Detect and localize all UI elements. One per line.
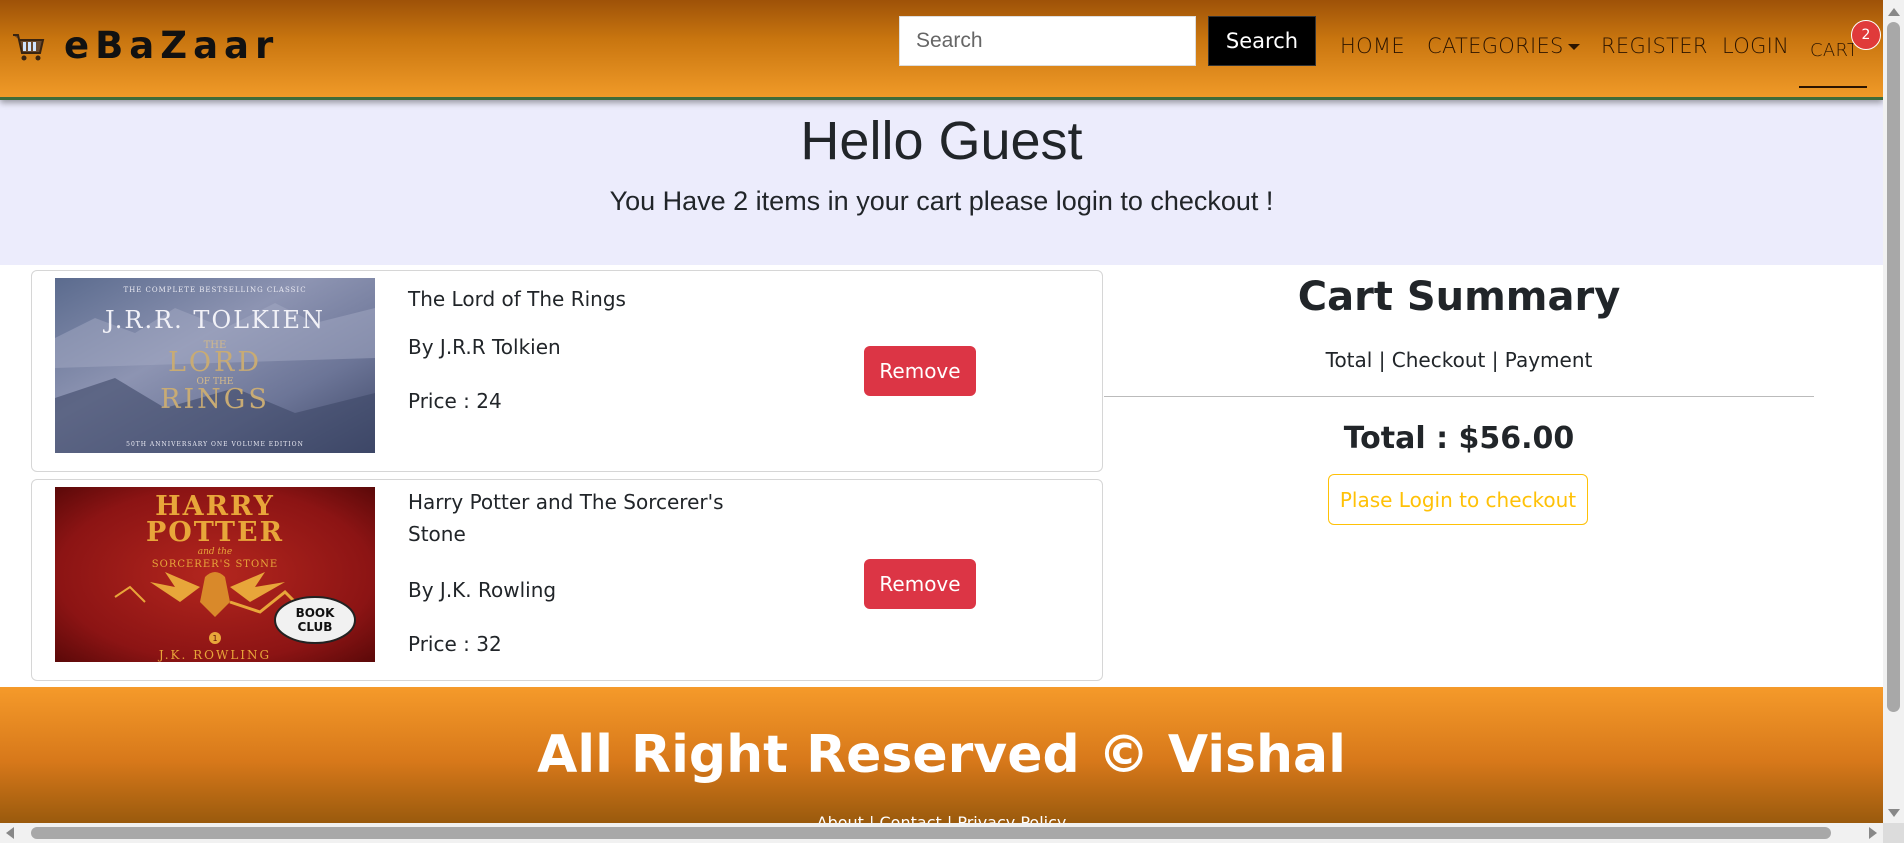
scroll-up-arrow-icon[interactable] bbox=[1888, 8, 1900, 16]
cart-summary-title: Cart Summary bbox=[1297, 274, 1621, 320]
search-button[interactable]: Search bbox=[1208, 16, 1316, 66]
cover-text: and the bbox=[198, 547, 233, 557]
item-price: Price : 32 bbox=[408, 632, 502, 656]
cover-text: THE COMPLETE BESTSELLING CLASSIC bbox=[123, 286, 306, 294]
brand-name[interactable]: eBaZaar bbox=[64, 24, 279, 67]
search-input[interactable] bbox=[899, 16, 1196, 66]
summary-divider bbox=[1104, 396, 1814, 397]
page-viewport: eBaZaar Search HOME CATEGORIES REGISTER … bbox=[0, 0, 1883, 823]
nav-home[interactable]: HOME bbox=[1340, 34, 1405, 58]
cover-text: J.K. ROWLING bbox=[157, 648, 271, 662]
vertical-scrollbar[interactable] bbox=[1883, 0, 1904, 823]
cover-text: RINGS bbox=[160, 384, 270, 415]
remove-button[interactable]: Remove bbox=[864, 346, 976, 396]
item-author: By J.R.R Tolkien bbox=[408, 335, 561, 359]
greeting-title: Hello Guest bbox=[800, 111, 1083, 171]
nav-login[interactable]: LOGIN bbox=[1722, 34, 1789, 58]
footer: All Right Reserved © Vishal About | Cont… bbox=[0, 687, 1883, 823]
nav-categories[interactable]: CATEGORIES bbox=[1427, 34, 1580, 58]
item-author: By J.K. Rowling bbox=[408, 578, 557, 602]
nav-register[interactable]: REGISTER bbox=[1601, 34, 1708, 58]
navbar: eBaZaar Search HOME CATEGORIES REGISTER … bbox=[0, 0, 1883, 100]
cart-total: Total : $56.00 bbox=[1343, 421, 1575, 456]
scroll-down-arrow-icon[interactable] bbox=[1888, 809, 1900, 817]
scrollbar-corner bbox=[1883, 823, 1904, 843]
greeting-subtitle: You Have 2 items in your cart please log… bbox=[609, 186, 1274, 216]
nav-cart[interactable]: CART bbox=[1810, 40, 1858, 61]
item-price: Price : 24 bbox=[408, 389, 502, 413]
cover-text: 50TH ANNIVERSARY ONE VOLUME EDITION bbox=[126, 441, 304, 448]
cover-text: POTTER bbox=[146, 517, 284, 548]
item-title: Harry Potter and The Sorcerer's Stone bbox=[408, 490, 724, 546]
horizontal-scroll-thumb[interactable] bbox=[31, 827, 1831, 839]
scroll-left-arrow-icon[interactable] bbox=[6, 827, 14, 839]
remove-button[interactable]: Remove bbox=[864, 559, 976, 609]
book-cover-lotr: THE COMPLETE BESTSELLING CLASSIC J.R.R. … bbox=[55, 278, 375, 453]
horizontal-scrollbar[interactable] bbox=[0, 823, 1883, 843]
book-cover-hp-image: HARRY POTTER and the SORCERER'S STONE BO… bbox=[55, 487, 375, 662]
nav-categories-label: CATEGORIES bbox=[1427, 34, 1564, 58]
footer-copyright: All Right Reserved © Vishal bbox=[537, 725, 1346, 785]
login-to-checkout-button[interactable]: Plase Login to checkout bbox=[1328, 474, 1588, 525]
item-title: The Lord of The Rings bbox=[408, 287, 626, 311]
cover-text: BOOK bbox=[296, 606, 336, 620]
cover-text: CLUB bbox=[298, 620, 333, 634]
book-cover-hp: HARRY POTTER and the SORCERER'S STONE BO… bbox=[55, 487, 375, 662]
cover-text: J.R.R. TOLKIEN bbox=[102, 306, 325, 334]
book-cover-lotr-image: THE COMPLETE BESTSELLING CLASSIC J.R.R. … bbox=[55, 278, 375, 453]
vertical-scroll-thumb[interactable] bbox=[1887, 22, 1900, 712]
cart-item: HARRY POTTER and the SORCERER'S STONE BO… bbox=[31, 479, 1103, 681]
cart-summary-subtitle: Total | Checkout | Payment bbox=[1325, 348, 1593, 372]
cart-count-badge: 2 bbox=[1851, 20, 1881, 50]
footer-links[interactable]: About | Contact | Privacy Policy bbox=[0, 813, 1883, 823]
cover-text: 1 bbox=[212, 634, 217, 643]
greeting-banner: Hello Guest You Have 2 items in your car… bbox=[0, 100, 1883, 265]
cart-active-underline bbox=[1799, 86, 1867, 88]
brand-link[interactable]: eBaZaar bbox=[12, 24, 279, 67]
cart-item: THE COMPLETE BESTSELLING CLASSIC J.R.R. … bbox=[31, 270, 1103, 472]
scroll-right-arrow-icon[interactable] bbox=[1869, 827, 1877, 839]
cover-text: LORD bbox=[168, 347, 262, 378]
shopping-cart-icon bbox=[13, 33, 45, 60]
caret-down-icon bbox=[1567, 44, 1580, 50]
cover-text: SORCERER'S STONE bbox=[152, 559, 278, 570]
